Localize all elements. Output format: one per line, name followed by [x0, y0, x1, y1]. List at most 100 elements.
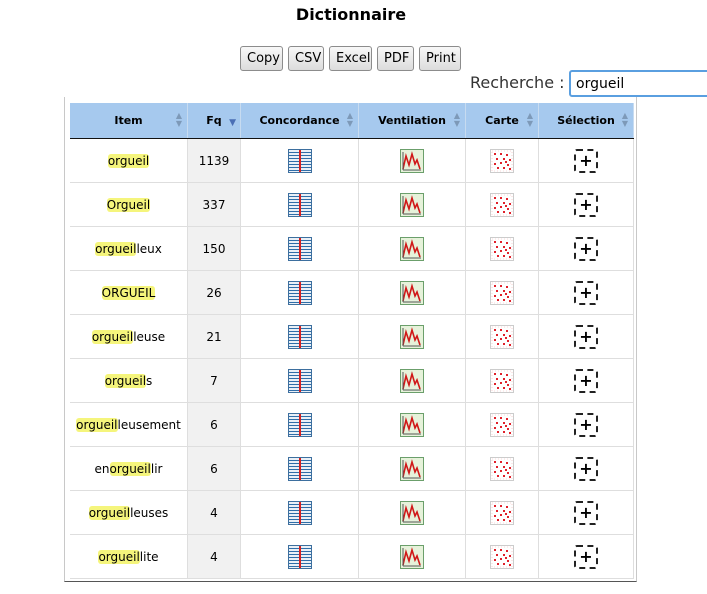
- item-highlight: orgueil: [104, 373, 147, 388]
- map-grid-icon[interactable]: [490, 544, 514, 569]
- print-button[interactable]: Print: [419, 46, 461, 71]
- map-grid-icon[interactable]: [490, 456, 514, 481]
- ventilation-cell: [358, 358, 466, 403]
- map-grid-icon[interactable]: [490, 368, 514, 393]
- item-highlight: orgueil: [98, 549, 140, 564]
- concordance-icon[interactable]: [287, 500, 312, 525]
- sort-both-icon: ▲ ▼: [453, 111, 460, 128]
- ventilation-chart-icon[interactable]: [400, 236, 424, 261]
- carte-cell: [465, 490, 539, 535]
- pdf-button[interactable]: PDF: [377, 46, 414, 71]
- column-header-item[interactable]: Item ▲ ▼: [70, 103, 188, 139]
- column-header-carte[interactable]: Carte ▲ ▼: [465, 103, 539, 139]
- concordance-icon[interactable]: [287, 368, 312, 393]
- map-grid-icon[interactable]: [490, 500, 514, 525]
- map-grid-icon[interactable]: [490, 236, 514, 261]
- concordance-icon[interactable]: [287, 192, 312, 217]
- ventilation-chart-icon[interactable]: [400, 544, 424, 569]
- add-selection-icon[interactable]: +: [574, 544, 598, 569]
- add-selection-icon[interactable]: +: [574, 192, 598, 217]
- ventilation-cell: [358, 182, 466, 227]
- ventilation-chart-icon[interactable]: [400, 456, 424, 481]
- add-selection-icon[interactable]: +: [574, 280, 598, 305]
- add-selection-icon[interactable]: +: [574, 236, 598, 261]
- item-cell[interactable]: orgueil: [70, 138, 188, 183]
- item-cell[interactable]: orgueillite: [70, 534, 188, 579]
- concordance-icon[interactable]: [287, 148, 312, 173]
- csv-button[interactable]: CSV: [288, 46, 324, 71]
- sort-both-icon: ▲ ▼: [621, 111, 628, 128]
- ventilation-cell: [358, 446, 466, 491]
- search-input[interactable]: [569, 70, 707, 97]
- add-selection-icon[interactable]: +: [574, 456, 598, 481]
- carte-cell: [465, 314, 539, 359]
- column-header-concordance[interactable]: Concordance ▲ ▼: [240, 103, 359, 139]
- item-highlight: ORGUEIL: [101, 285, 156, 300]
- ventilation-chart-icon[interactable]: [400, 192, 424, 217]
- table-row: orgueillite 4 +: [70, 534, 634, 579]
- item-cell[interactable]: ORGUEIL: [70, 270, 188, 315]
- item-suffix: leuse: [133, 329, 166, 344]
- item-cell[interactable]: orgueilleux: [70, 226, 188, 271]
- concordance-icon[interactable]: [287, 280, 312, 305]
- ventilation-chart-icon[interactable]: [400, 148, 424, 173]
- concordance-cell: [240, 534, 359, 579]
- selection-cell: +: [538, 490, 634, 535]
- dictionary-table: Item ▲ ▼ Fq ▼ Concordance ▲ ▼ Ventilation …: [70, 103, 634, 579]
- frequency-cell: 150: [187, 226, 241, 271]
- item-prefix: en: [94, 461, 110, 476]
- concordance-cell: [240, 446, 359, 491]
- table-row: orgueilleuse 21 +: [70, 314, 634, 359]
- concordance-icon[interactable]: [287, 412, 312, 437]
- add-selection-icon[interactable]: +: [574, 368, 598, 393]
- frequency-cell: 6: [187, 446, 241, 491]
- concordance-cell: [240, 226, 359, 271]
- map-grid-icon[interactable]: [490, 324, 514, 349]
- selection-cell: +: [538, 534, 634, 579]
- table-row: orgueilleux 150 +: [70, 226, 634, 271]
- concordance-icon[interactable]: [287, 544, 312, 569]
- ventilation-chart-icon[interactable]: [400, 280, 424, 305]
- carte-cell: [465, 402, 539, 447]
- table-row: orgueils 7 +: [70, 358, 634, 403]
- concordance-icon[interactable]: [287, 324, 312, 349]
- concordance-icon[interactable]: [287, 456, 312, 481]
- column-header-label: Ventilation: [378, 114, 446, 127]
- item-cell[interactable]: orgueilleuse: [70, 314, 188, 359]
- column-header-fq[interactable]: Fq ▼: [187, 103, 241, 139]
- add-selection-icon[interactable]: +: [574, 148, 598, 173]
- ventilation-cell: [358, 138, 466, 183]
- map-grid-icon[interactable]: [490, 412, 514, 437]
- ventilation-cell: [358, 226, 466, 271]
- item-cell[interactable]: orgueilleuses: [70, 490, 188, 535]
- frequency-cell: 6: [187, 402, 241, 447]
- item-cell[interactable]: orgueilleusement: [70, 402, 188, 447]
- ventilation-cell: [358, 270, 466, 315]
- column-header-selection[interactable]: Sélection ▲ ▼: [538, 103, 634, 139]
- copy-button[interactable]: Copy: [240, 46, 283, 71]
- selection-cell: +: [538, 270, 634, 315]
- map-grid-icon[interactable]: [490, 192, 514, 217]
- column-header-label: Item: [114, 114, 143, 127]
- search-label: Recherche :: [470, 73, 565, 92]
- table-row: ORGUEIL 26 +: [70, 270, 634, 315]
- add-selection-icon[interactable]: +: [574, 412, 598, 437]
- item-highlight: orgueil: [107, 153, 150, 168]
- concordance-icon[interactable]: [287, 236, 312, 261]
- ventilation-chart-icon[interactable]: [400, 324, 424, 349]
- ventilation-cell: [358, 314, 466, 359]
- item-cell[interactable]: Orgueil: [70, 182, 188, 227]
- map-grid-icon[interactable]: [490, 148, 514, 173]
- ventilation-chart-icon[interactable]: [400, 368, 424, 393]
- column-header-ventilation[interactable]: Ventilation ▲ ▼: [358, 103, 466, 139]
- item-cell[interactable]: enorgueillir: [70, 446, 188, 491]
- ventilation-chart-icon[interactable]: [400, 412, 424, 437]
- item-cell[interactable]: orgueils: [70, 358, 188, 403]
- add-selection-icon[interactable]: +: [574, 324, 598, 349]
- carte-cell: [465, 182, 539, 227]
- ventilation-chart-icon[interactable]: [400, 500, 424, 525]
- excel-button[interactable]: Excel: [329, 46, 372, 71]
- add-selection-icon[interactable]: +: [574, 500, 598, 525]
- map-grid-icon[interactable]: [490, 280, 514, 305]
- frequency-cell: 337: [187, 182, 241, 227]
